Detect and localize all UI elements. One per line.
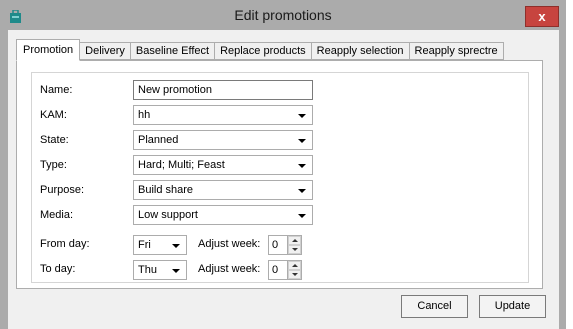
chevron-down-icon	[298, 189, 306, 193]
tab-promotion[interactable]: Promotion	[16, 39, 81, 61]
close-button[interactable]: x	[525, 6, 559, 27]
to-day-select[interactable]: Thu	[133, 260, 187, 280]
media-select[interactable]: Low support	[133, 205, 313, 225]
tab-replace-products[interactable]: Replace products	[215, 42, 312, 60]
kam-select[interactable]: hh	[133, 105, 313, 125]
purpose-value: Build share	[138, 184, 194, 196]
chevron-down-icon	[172, 244, 180, 248]
from-day-select[interactable]: Fri	[133, 235, 187, 255]
name-label: Name:	[40, 84, 73, 96]
increment-icon[interactable]	[288, 261, 301, 270]
promotion-form: Name: New promotion KAM: hh State: Plann…	[31, 72, 529, 283]
type-label: Type:	[40, 159, 67, 171]
to-adjust-week-stepper[interactable]: 0	[268, 260, 302, 280]
chevron-down-icon	[298, 139, 306, 143]
to-day-label: To day:	[40, 263, 76, 275]
title-bar[interactable]: Edit promotions x	[0, 0, 566, 30]
increment-icon[interactable]	[288, 236, 301, 245]
edit-promotions-window: Edit promotions x Promotion Delivery Bas…	[0, 0, 566, 329]
chevron-down-icon	[298, 164, 306, 168]
to-day-value: Thu	[138, 264, 157, 276]
stepper-buttons	[287, 236, 301, 254]
window-title: Edit promotions	[234, 7, 332, 23]
type-value: Hard; Multi; Feast	[138, 159, 225, 171]
close-icon: x	[538, 9, 546, 24]
media-value: Low support	[138, 209, 198, 221]
tab-reapply-sprectre[interactable]: Reapply sprectre	[409, 42, 504, 60]
state-label: State:	[40, 134, 69, 146]
kam-label: KAM:	[40, 109, 67, 121]
promotion-tab-panel: Name: New promotion KAM: hh State: Plann…	[16, 60, 543, 289]
update-button[interactable]: Update	[479, 295, 546, 318]
tab-reapply-selection[interactable]: Reapply selection	[311, 42, 410, 60]
from-adjust-week-value: 0	[272, 239, 279, 251]
from-adjust-week-stepper[interactable]: 0	[268, 235, 302, 255]
tab-strip: Promotion Delivery Baseline Effect Repla…	[16, 39, 504, 61]
from-day-value: Fri	[138, 239, 151, 251]
from-day-label: From day:	[40, 238, 90, 250]
kam-value: hh	[138, 109, 151, 121]
stepper-buttons	[287, 261, 301, 279]
purpose-select[interactable]: Build share	[133, 180, 313, 200]
to-adjust-week-value: 0	[272, 264, 279, 276]
chevron-down-icon	[298, 214, 306, 218]
purpose-label: Purpose:	[40, 184, 85, 196]
tab-delivery[interactable]: Delivery	[80, 42, 131, 60]
state-select[interactable]: Planned	[133, 130, 313, 150]
state-value: Planned	[138, 134, 179, 146]
chevron-down-icon	[172, 269, 180, 273]
from-adjust-week-label: Adjust week:	[198, 238, 261, 250]
media-label: Media:	[40, 209, 74, 221]
dialog-client-area: Promotion Delivery Baseline Effect Repla…	[8, 30, 559, 329]
tab-baseline-effect[interactable]: Baseline Effect	[130, 42, 216, 60]
decrement-icon[interactable]	[288, 270, 301, 279]
chevron-down-icon	[298, 114, 306, 118]
to-adjust-week-label: Adjust week:	[198, 263, 261, 275]
name-field[interactable]: New promotion	[133, 80, 313, 100]
decrement-icon[interactable]	[288, 245, 301, 254]
type-select[interactable]: Hard; Multi; Feast	[133, 155, 313, 175]
cancel-button[interactable]: Cancel	[401, 295, 468, 318]
